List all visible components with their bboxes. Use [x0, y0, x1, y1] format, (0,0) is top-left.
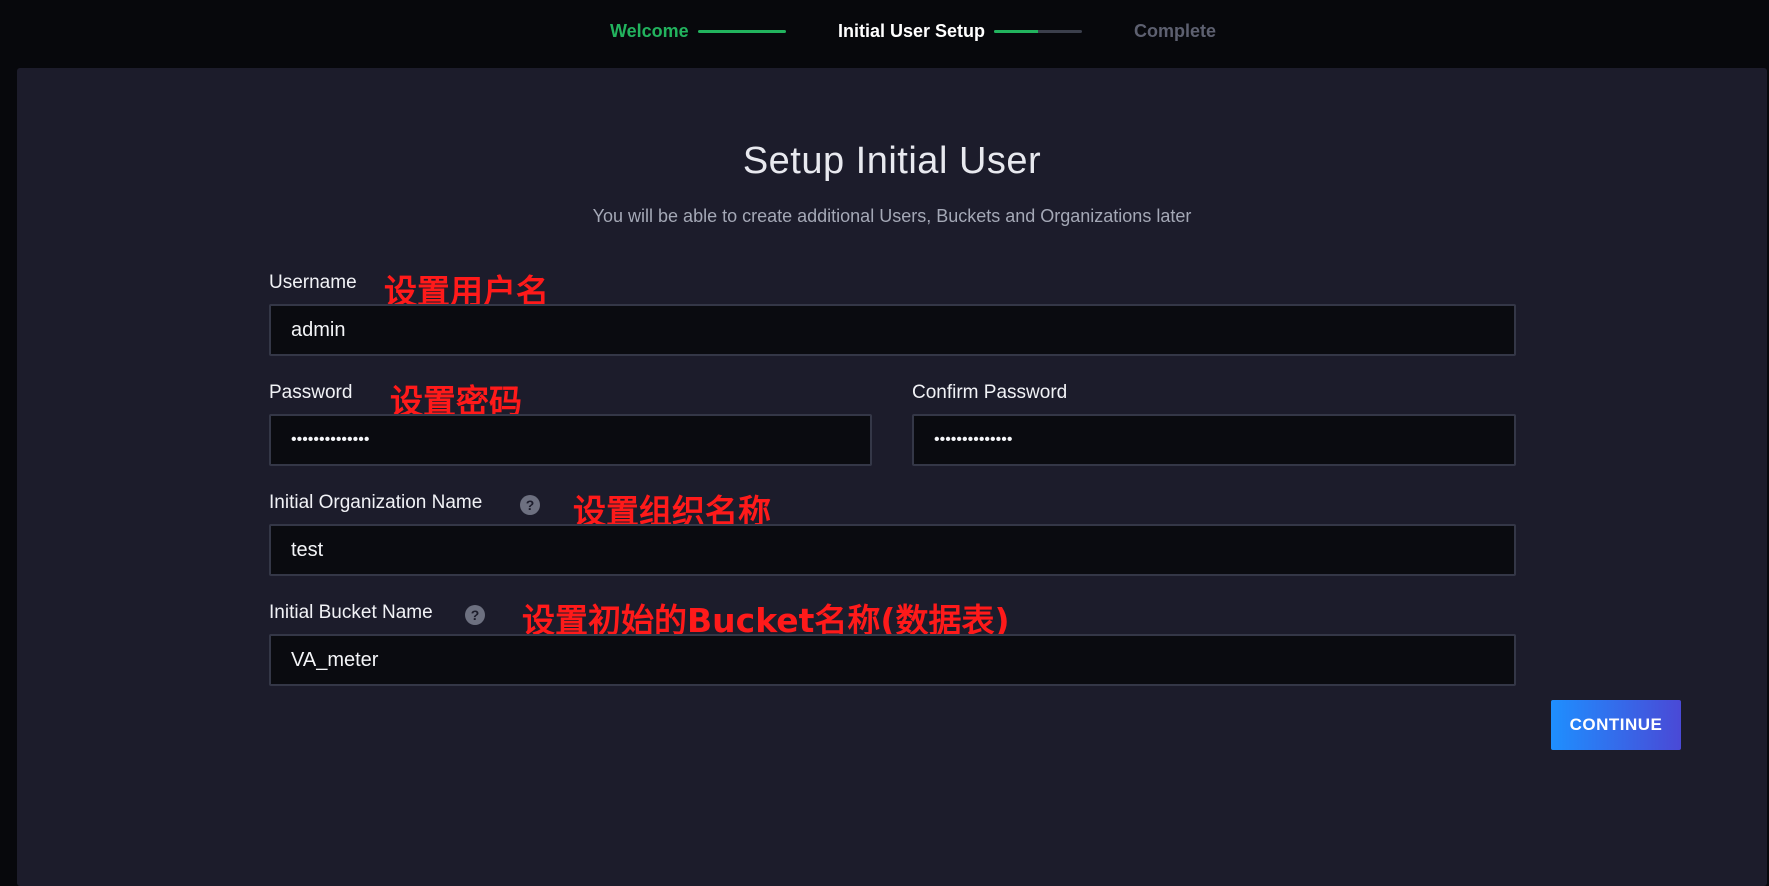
- username-input[interactable]: admin: [269, 304, 1516, 356]
- step-welcome-progress-bar: [698, 30, 786, 33]
- page-subtitle: You will be able to create additional Us…: [592, 206, 1192, 226]
- continue-button[interactable]: CONTINUE: [1551, 700, 1681, 750]
- step-initial-user-setup-progress-fill: [994, 30, 1038, 33]
- organization-help-icon[interactable]: ?: [520, 495, 540, 515]
- bucket-help-icon[interactable]: ?: [465, 605, 485, 625]
- confirm-password-input[interactable]: ••••••••••••••: [912, 414, 1516, 466]
- step-welcome: Welcome: [610, 21, 689, 41]
- setup-stepper: Welcome Initial User Setup Complete: [0, 0, 1769, 66]
- password-label: Password: [269, 382, 353, 403]
- confirm-password-label: Confirm Password: [912, 382, 1068, 403]
- page-title: Setup Initial User: [742, 140, 1042, 182]
- step-initial-user-setup-progress-bar: [994, 30, 1082, 33]
- bucket-input[interactable]: VA_meter: [269, 634, 1516, 686]
- step-initial-user-setup: Initial User Setup: [838, 21, 986, 41]
- organization-input[interactable]: test: [269, 524, 1516, 576]
- setup-panel: Setup Initial User You will be able to c…: [17, 68, 1767, 886]
- bucket-label: Initial Bucket Name: [269, 602, 433, 623]
- step-welcome-progress-fill: [698, 30, 786, 33]
- password-input[interactable]: ••••••••••••••: [269, 414, 872, 466]
- username-label: Username: [269, 272, 357, 293]
- organization-label: Initial Organization Name: [269, 492, 483, 513]
- step-complete: Complete: [1134, 21, 1217, 41]
